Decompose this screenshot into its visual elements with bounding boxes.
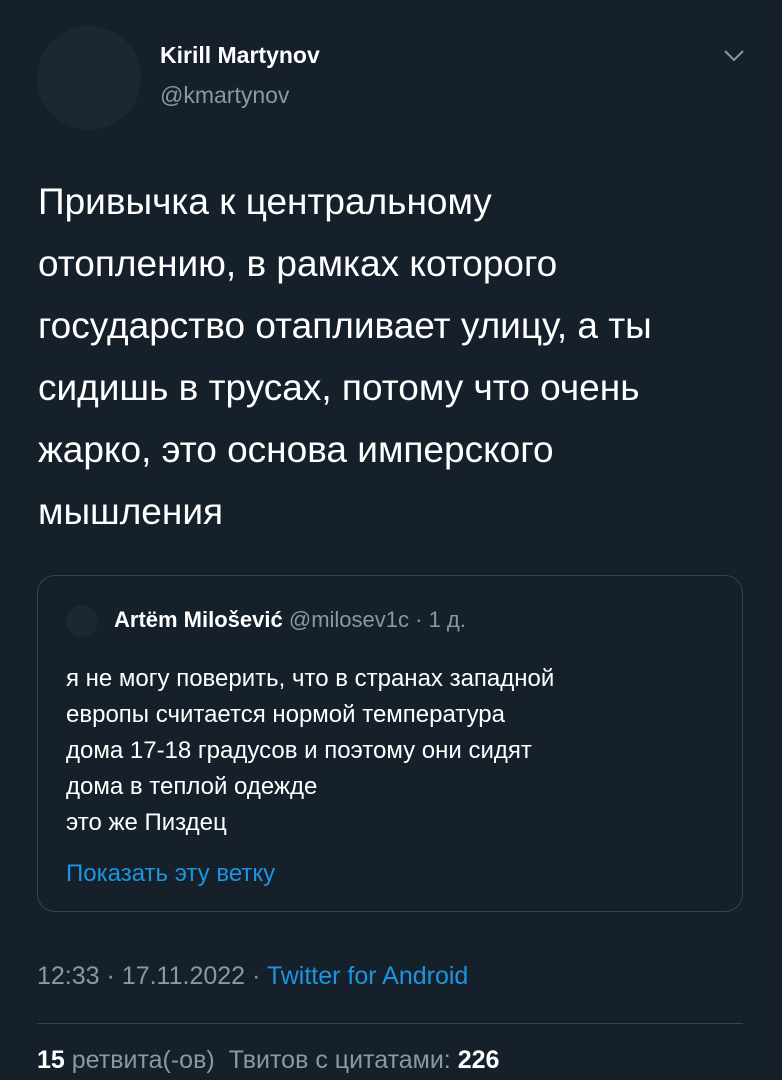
quotes-stat[interactable]: Твитов с цитатами: 226 — [229, 1046, 500, 1074]
tweet-stats: 15 ретвита(-ов) Твитов с цитатами: 226 — [37, 1046, 499, 1075]
quotes-count: 226 — [457, 1046, 500, 1074]
more-options-button[interactable] — [716, 38, 752, 74]
author-name[interactable]: Kirill Martynov — [160, 42, 320, 69]
quoted-tweet[interactable]: Artëm Milošević @milosev1c · 1 д. я не м… — [37, 575, 743, 912]
quote-avatar — [66, 605, 98, 637]
meta-separator: · — [106, 962, 115, 990]
tweet-meta: 12:33 · 17.11.2022 · Twitter for Android — [37, 962, 468, 991]
source-app-link[interactable]: Twitter for Android — [267, 962, 468, 990]
meta-separator-2: · — [252, 962, 261, 990]
tweet-time: 12:33 — [37, 962, 100, 990]
quote-header: Artëm Milošević @milosev1c · 1 д. — [114, 607, 466, 633]
author-handle[interactable]: @kmartynov — [160, 82, 289, 109]
tweet-date: 17.11.2022 — [121, 962, 246, 990]
divider — [37, 1023, 743, 1024]
quotes-label: Твитов с цитатами: — [228, 1046, 451, 1074]
quote-author-name: Artëm Milošević — [114, 607, 283, 632]
retweets-count: 15 — [37, 1046, 65, 1074]
quote-author-handle: @milosev1c — [288, 607, 409, 632]
quote-timestamp: 1 д. — [428, 607, 466, 632]
retweets-stat[interactable]: 15 ретвита(-ов) — [37, 1046, 215, 1074]
tweet-text: Привычка к центральному отоплению, в рам… — [38, 181, 652, 532]
show-thread-link[interactable]: Показать эту ветку — [66, 860, 275, 888]
author-avatar[interactable] — [37, 26, 141, 130]
retweets-label: ретвита(-ов) — [71, 1046, 215, 1074]
quote-separator: · — [415, 607, 423, 632]
quote-text: я не могу поверить, что в странах западн… — [66, 665, 555, 836]
chevron-down-icon — [724, 50, 744, 62]
